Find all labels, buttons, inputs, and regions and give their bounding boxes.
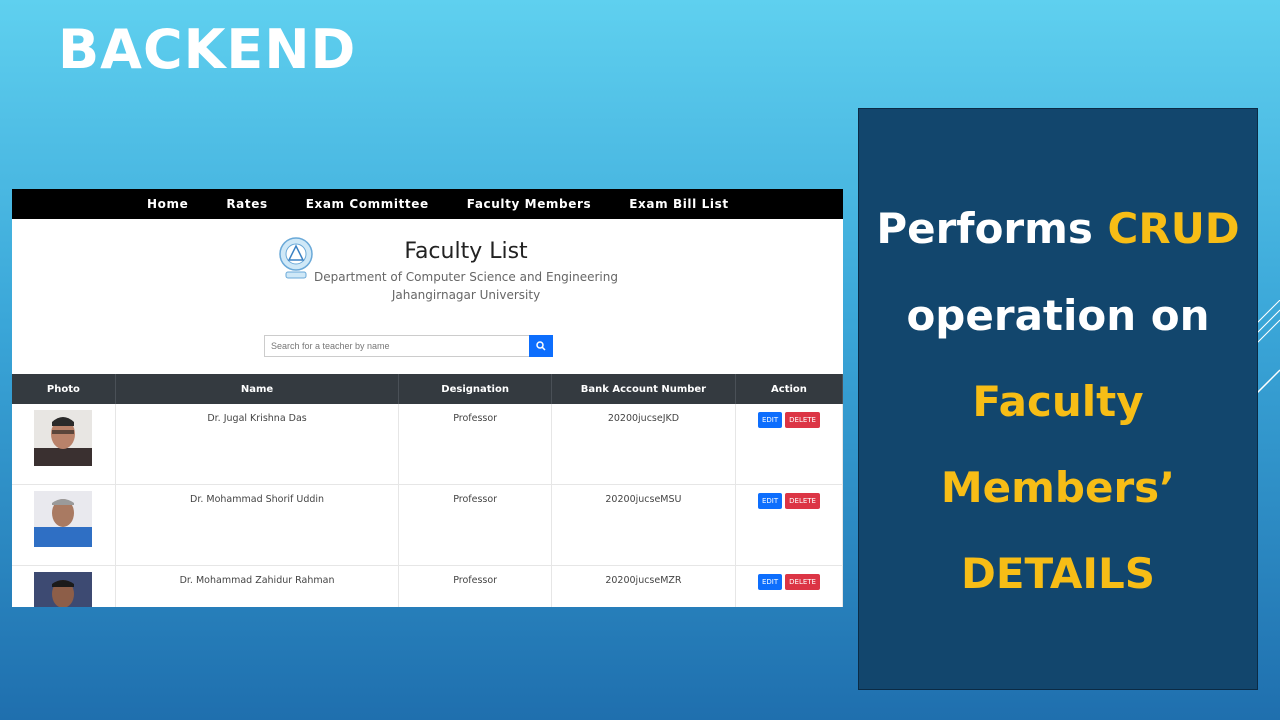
department-name: Department of Computer Science and Engin…: [313, 270, 618, 284]
university-name: Jahangirnagar University: [391, 288, 541, 302]
info-crud: CRUD: [1107, 204, 1240, 253]
top-nav: Home Rates Exam Committee Faculty Member…: [12, 189, 843, 219]
slide-title: BACKEND: [58, 18, 357, 81]
edit-button[interactable]: EDIT: [757, 493, 783, 509]
university-logo: [279, 237, 313, 279]
delete-button[interactable]: DELETE: [785, 493, 820, 509]
faculty-name: Dr. Mohammad Zahidur Rahman: [115, 565, 400, 607]
action-cell: EDIT DELETE: [735, 484, 843, 566]
faculty-account: 20200jucseJKD: [551, 404, 736, 485]
delete-button[interactable]: DELETE: [785, 574, 820, 590]
header-name: Name: [115, 374, 400, 404]
faculty-photo: [34, 572, 93, 607]
faculty-designation: Professor: [398, 484, 552, 566]
search-input[interactable]: [264, 335, 529, 357]
action-cell: EDIT DELETE: [735, 565, 843, 607]
edit-button[interactable]: EDIT: [757, 574, 783, 590]
info-performs: Performs: [876, 204, 1093, 253]
nav-exam-committee[interactable]: Exam Committee: [306, 197, 429, 211]
info-line-4: Members’: [940, 463, 1176, 512]
delete-button[interactable]: DELETE: [785, 412, 820, 428]
photo-cell: [12, 404, 116, 485]
faculty-photo: [34, 410, 93, 466]
nav-home[interactable]: Home: [147, 197, 188, 211]
action-cell: EDIT DELETE: [735, 404, 843, 485]
info-line-5: DETAILS: [960, 549, 1156, 598]
search-bar: [264, 335, 553, 357]
header-bank-account: Bank Account Number: [551, 374, 736, 404]
page-header: Faculty List Department of Computer Scie…: [12, 219, 843, 309]
faculty-name: Dr. Mohammad Shorif Uddin: [115, 484, 400, 566]
faculty-account: 20200jucseMSU: [551, 484, 736, 566]
page-title: Faculty List: [404, 239, 528, 264]
info-line-1: Performs CRUD: [859, 204, 1257, 253]
header-designation: Designation: [398, 374, 552, 404]
photo-cell: [12, 484, 116, 566]
table-row: Dr. Mohammad Zahidur Rahman Professor 20…: [12, 565, 843, 607]
photo-cell: [12, 565, 116, 607]
search-button[interactable]: [529, 335, 553, 357]
info-line-2: operation on: [906, 291, 1210, 340]
faculty-account: 20200jucseMZR: [551, 565, 736, 607]
search-icon: [536, 341, 546, 351]
faculty-designation: Professor: [398, 404, 552, 485]
table-row: Dr. Jugal Krishna Das Professor 20200juc…: [12, 404, 843, 485]
table-header-row: Photo Name Designation Bank Account Numb…: [12, 374, 843, 404]
nav-exam-bill-list[interactable]: Exam Bill List: [629, 197, 728, 211]
edit-button[interactable]: EDIT: [757, 412, 783, 428]
faculty-table: Photo Name Designation Bank Account Numb…: [12, 374, 843, 607]
info-line-3: Faculty: [972, 377, 1144, 426]
header-photo: Photo: [12, 374, 116, 404]
app-screenshot: Home Rates Exam Committee Faculty Member…: [12, 189, 843, 607]
table-row: Dr. Mohammad Shorif Uddin Professor 2020…: [12, 484, 843, 566]
info-panel: Performs CRUD operation on Faculty Membe…: [858, 108, 1258, 690]
header-action: Action: [735, 374, 843, 404]
nav-faculty-members[interactable]: Faculty Members: [467, 197, 591, 211]
faculty-photo: [34, 491, 93, 547]
faculty-designation: Professor: [398, 565, 552, 607]
faculty-name: Dr. Jugal Krishna Das: [115, 404, 400, 485]
nav-rates[interactable]: Rates: [226, 197, 267, 211]
